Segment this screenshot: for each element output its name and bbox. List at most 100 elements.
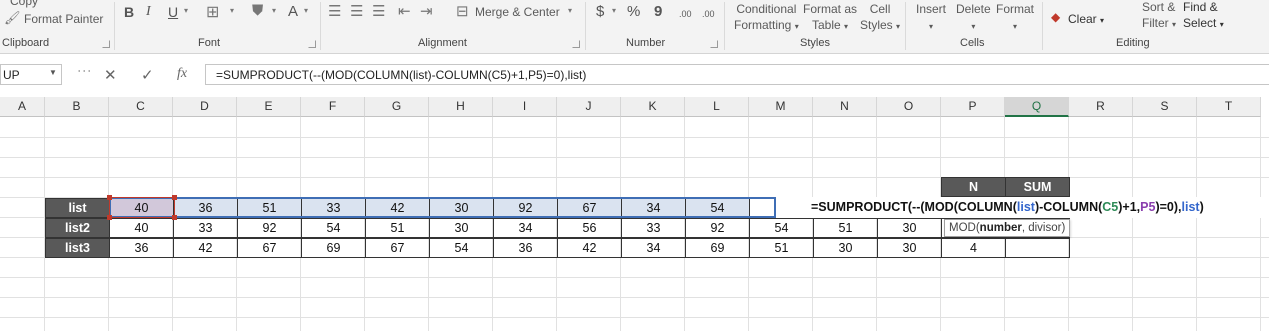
column-header[interactable]: Q [1005,97,1069,117]
table-cell[interactable]: 92 [493,198,558,218]
currency-button[interactable]: $ [596,3,604,20]
cancel-button[interactable]: ✕ [104,66,117,84]
column-header[interactable]: P [941,97,1005,117]
column-header[interactable]: K [621,97,685,117]
row-label[interactable]: list [45,198,110,218]
column-header[interactable]: N [813,97,877,117]
format-button[interactable]: Format ▾ [996,1,1034,35]
chevron-down-icon[interactable]: ▾ [304,6,308,15]
format-as-table-button[interactable]: Format as Table ▾ [803,1,857,35]
number-launcher-icon[interactable] [710,40,718,48]
borders-icon[interactable]: ⊞ [206,2,219,22]
bold-button[interactable]: B [124,4,134,20]
alignment-launcher-icon[interactable] [572,40,580,48]
italic-button[interactable]: I [146,4,151,20]
column-header[interactable]: A [0,97,45,117]
table-cell[interactable]: 30 [813,238,878,258]
function-tooltip[interactable]: MOD(number, divisor) [944,219,1071,237]
table-cell[interactable]: 67 [557,198,622,218]
clear-button[interactable]: Clear ▾ [1068,12,1104,26]
decrease-decimal-button[interactable]: .00 [702,9,715,19]
chevron-down-icon[interactable]: ▾ [568,6,572,15]
chevron-down-icon[interactable]: ▾ [230,6,234,15]
table-cell[interactable]: 67 [237,238,302,258]
formula-input[interactable]: =SUMPRODUCT(--(MOD(COLUMN(list)-COLUMN(C… [205,64,1269,85]
merge-center-button[interactable]: Merge & Center [475,5,560,19]
chevron-down-icon[interactable]: ▼ [49,68,57,77]
increase-decimal-button[interactable]: .00 [679,9,692,19]
header-n[interactable]: N [941,177,1006,197]
insert-button[interactable]: Insert ▾ [916,1,946,35]
chevron-down-icon[interactable]: ▾ [612,6,616,15]
column-header[interactable]: F [301,97,365,117]
column-header[interactable]: G [365,97,429,117]
range-handle[interactable] [107,215,112,220]
range-handle[interactable] [107,195,112,200]
table-cell[interactable]: 36 [109,238,174,258]
table-cell[interactable]: 92 [685,218,750,238]
range-handle[interactable] [172,195,177,200]
table-cell[interactable]: 69 [301,238,366,258]
row-label[interactable]: list3 [45,238,110,258]
column-header[interactable]: L [685,97,749,117]
find-select-button[interactable]: Find & Select ▾ [1183,0,1224,33]
table-cell[interactable]: 51 [749,238,814,258]
table-cell[interactable]: 92 [237,218,302,238]
copy-button[interactable]: Copy [10,0,38,8]
font-color-button[interactable]: A [288,3,298,20]
table-cell[interactable]: 54 [749,218,814,238]
fill-color-icon[interactable]: ⛊ [252,2,263,19]
column-header[interactable]: M [749,97,813,117]
table-cell[interactable]: 36 [173,198,238,218]
percent-button[interactable]: % [627,3,640,20]
delete-button[interactable]: Delete ▾ [956,1,991,35]
table-cell[interactable]: 30 [429,198,494,218]
n-value-cell[interactable]: 4 [941,238,1006,258]
table-cell[interactable]: 51 [813,218,878,238]
column-header[interactable]: O [877,97,941,117]
chevron-down-icon[interactable]: ▾ [184,6,188,15]
table-cell[interactable]: 33 [301,198,366,218]
column-header[interactable]: E [237,97,301,117]
column-header[interactable]: I [493,97,557,117]
cell-styles-button[interactable]: Cell Styles ▾ [860,1,900,35]
cell-formula-editor[interactable]: =SUMPRODUCT(--(MOD(COLUMN(list)-COLUMN(C… [776,197,1269,218]
table-cell[interactable]: 56 [557,218,622,238]
align-left-icon[interactable]: ☰ [328,2,341,20]
table-cell[interactable]: 51 [365,218,430,238]
table-cell[interactable]: 54 [429,238,494,258]
table-cell[interactable]: 34 [621,198,686,218]
column-header[interactable]: R [1069,97,1133,117]
column-header[interactable]: B [45,97,109,117]
table-cell[interactable]: 34 [493,218,558,238]
column-header[interactable]: S [1133,97,1197,117]
conditional-formatting-button[interactable]: Conditional Formatting ▾ [734,1,799,35]
row-label[interactable]: list2 [45,218,110,238]
align-right-icon[interactable]: ☰ [372,2,385,20]
table-cell[interactable]: 51 [237,198,302,218]
table-cell[interactable]: 42 [173,238,238,258]
table-cell[interactable]: 30 [877,218,942,238]
column-header[interactable]: H [429,97,493,117]
merge-center-icon[interactable]: ⊟ [456,2,469,20]
table-cell[interactable]: 33 [621,218,686,238]
column-header[interactable]: J [557,97,621,117]
table-cell[interactable]: 42 [365,198,430,218]
increase-indent-icon[interactable]: ⇥ [420,2,433,20]
table-cell[interactable]: 42 [557,238,622,258]
table-cell[interactable]: 40 [109,218,174,238]
table-cell[interactable]: 69 [685,238,750,258]
table-cell[interactable]: 67 [365,238,430,258]
sort-filter-button[interactable]: Sort & Filter ▾ [1142,0,1176,33]
header-sum[interactable]: SUM [1005,177,1070,197]
insert-function-button[interactable]: fx [177,66,187,82]
sum-result-cell[interactable] [1005,238,1070,258]
format-painter-button[interactable]: Format Painter [24,12,103,26]
column-header[interactable]: C [109,97,173,117]
table-cell[interactable]: 30 [429,218,494,238]
chevron-down-icon[interactable]: ▾ [272,6,276,15]
table-cell[interactable]: 40 [109,198,174,218]
table-cell[interactable]: 36 [493,238,558,258]
clipboard-launcher-icon[interactable] [102,40,110,48]
table-cell[interactable]: 30 [877,238,942,258]
